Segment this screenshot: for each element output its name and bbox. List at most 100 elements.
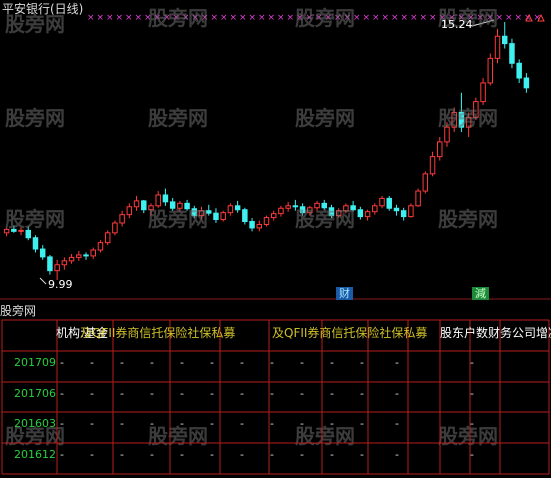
candlestick[interactable]: [191, 205, 198, 219]
candlestick[interactable]: [509, 38, 515, 69]
candlestick[interactable]: [169, 197, 176, 211]
candlestick[interactable]: [299, 203, 306, 216]
table-cell: -: [210, 417, 214, 430]
candlestick[interactable]: [357, 206, 364, 220]
candlestick[interactable]: [155, 191, 161, 208]
candlestick[interactable]: [408, 203, 414, 218]
signal-marker: ×: [382, 13, 390, 23]
candle-body: [278, 207, 284, 215]
candlestick[interactable]: [473, 97, 479, 120]
candle-body: [119, 214, 125, 224]
signal-marker: ×: [135, 13, 143, 23]
price-chart[interactable]: × × × × × × × × × × × × × × × × × × × × × × × × × × × × × × × × × × × × × × × ×…: [0, 0, 551, 300]
finance-marker[interactable]: 财: [336, 287, 353, 300]
candlestick[interactable]: [386, 195, 392, 211]
signal-marker: ×: [325, 13, 333, 23]
candle-body: [437, 141, 443, 158]
candlestick[interactable]: [32, 235, 39, 253]
candlestick[interactable]: [141, 199, 147, 214]
candle-body: [473, 101, 479, 118]
candlestick[interactable]: [61, 257, 68, 270]
candlestick[interactable]: [3, 227, 10, 237]
candlestick[interactable]: [133, 195, 140, 211]
candlestick[interactable]: [198, 206, 205, 220]
candlestick[interactable]: [480, 78, 486, 106]
candlestick[interactable]: [415, 188, 421, 207]
table-cell: -: [395, 448, 399, 461]
fund-table-grid: [1, 319, 550, 475]
candlestick[interactable]: [285, 201, 291, 212]
candlestick[interactable]: [83, 252, 89, 260]
candlestick[interactable]: [162, 188, 169, 206]
candlestick[interactable]: [516, 59, 522, 83]
candle-body: [494, 35, 501, 59]
candlestick[interactable]: [437, 136, 443, 161]
candlestick[interactable]: [213, 208, 219, 223]
candlestick[interactable]: [148, 203, 154, 216]
candlestick[interactable]: [494, 28, 501, 64]
candlestick[interactable]: [465, 112, 472, 137]
candlestick[interactable]: [119, 210, 125, 227]
candle-body: [335, 210, 342, 217]
candlestick[interactable]: [379, 195, 385, 209]
candlestick[interactable]: [393, 204, 400, 216]
candlestick[interactable]: [372, 203, 378, 215]
candlestick[interactable]: [76, 251, 82, 261]
candlestick[interactable]: [126, 203, 133, 219]
candlestick[interactable]: [220, 210, 226, 222]
candlestick[interactable]: [242, 207, 248, 225]
candle-body: [54, 264, 60, 272]
candlestick[interactable]: [350, 200, 356, 212]
candlestick[interactable]: [104, 230, 111, 246]
candlestick[interactable]: [400, 207, 407, 221]
reduce-marker[interactable]: 減: [472, 287, 489, 300]
candlestick[interactable]: [328, 204, 335, 219]
candlestick[interactable]: [39, 245, 46, 260]
candle-body: [314, 202, 320, 209]
signal-marker: ×: [97, 13, 105, 23]
candle-body: [11, 228, 17, 232]
candlestick[interactable]: [343, 203, 349, 214]
candlestick[interactable]: [429, 151, 436, 177]
candlestick[interactable]: [364, 209, 371, 221]
signal-marker: ×: [268, 13, 276, 23]
candlestick[interactable]: [321, 199, 327, 210]
candlestick[interactable]: [444, 122, 450, 147]
candle-body: [509, 43, 515, 64]
candlestick[interactable]: [307, 205, 313, 216]
candlestick[interactable]: [54, 259, 60, 280]
table-cell: -: [120, 387, 124, 400]
candlestick[interactable]: [278, 205, 284, 217]
candlestick[interactable]: [68, 253, 75, 264]
candlestick[interactable]: [18, 227, 24, 236]
candlestick[interactable]: [206, 204, 212, 216]
candlestick[interactable]: [256, 220, 263, 232]
candlestick[interactable]: [451, 107, 457, 133]
candlestick[interactable]: [90, 247, 96, 259]
candlestick[interactable]: [314, 200, 320, 211]
candlestick[interactable]: [249, 218, 255, 232]
candlestick[interactable]: [227, 203, 234, 216]
row-period: 201709: [14, 356, 56, 369]
signal-marker: ×: [173, 13, 181, 23]
candlestick[interactable]: [47, 254, 53, 275]
candlestick[interactable]: [97, 240, 104, 253]
candlestick[interactable]: [292, 199, 299, 211]
candlestick[interactable]: [270, 210, 277, 221]
signal-marker: ×: [410, 13, 418, 23]
candlestick[interactable]: [184, 199, 190, 211]
candlestick[interactable]: [487, 53, 494, 86]
table-cell: -: [360, 448, 364, 461]
candle-body: [415, 190, 421, 207]
candlestick[interactable]: [177, 200, 183, 212]
candlestick[interactable]: [335, 208, 342, 218]
candlestick[interactable]: [234, 200, 241, 213]
candlestick[interactable]: [501, 22, 508, 49]
candlestick[interactable]: [458, 92, 465, 133]
candlestick[interactable]: [422, 171, 429, 194]
candlestick[interactable]: [25, 226, 32, 241]
candlestick[interactable]: [523, 73, 530, 93]
candlestick[interactable]: [112, 220, 118, 236]
candlestick[interactable]: [263, 215, 270, 227]
candlestick[interactable]: [11, 225, 17, 233]
